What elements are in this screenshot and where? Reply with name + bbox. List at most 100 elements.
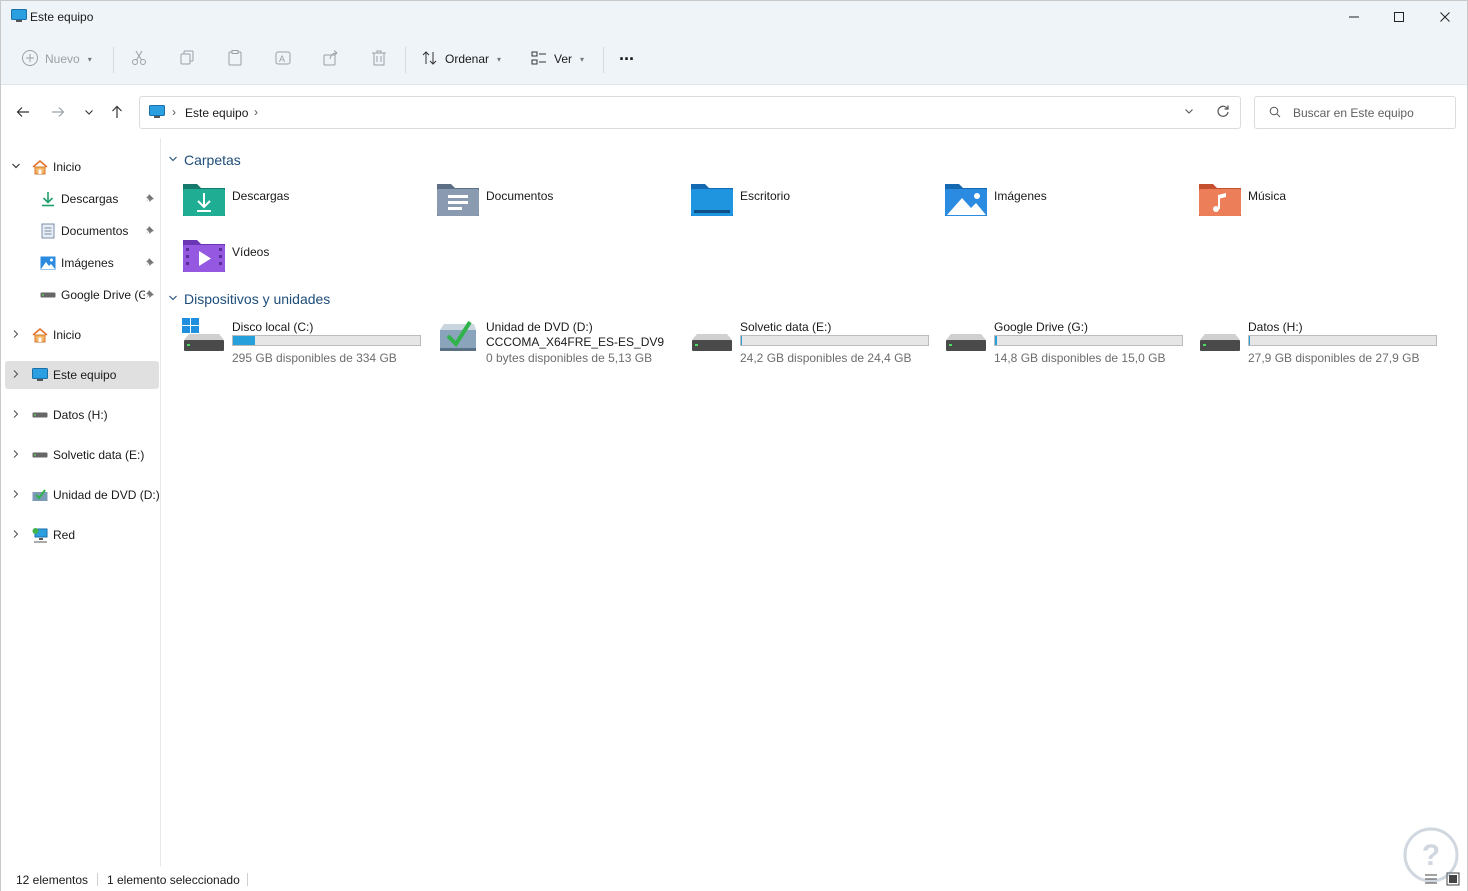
folder-name: Vídeos — [232, 245, 270, 259]
content-pane: Carpetas Descargas Documentos Escritorio — [162, 138, 1467, 866]
chevron-right-icon[interactable] — [11, 329, 21, 342]
title-bar: Este equipo — [1, 1, 1467, 33]
sidebar-item-datos[interactable]: Datos (H:) — [5, 401, 159, 429]
folder-descargas[interactable]: Descargas — [182, 180, 432, 228]
navigation-bar: › Este equipo › — [1, 86, 1467, 138]
dvd-drive-icon — [436, 318, 480, 358]
address-bar[interactable]: › Este equipo › — [139, 96, 1241, 129]
more-icon: ··· — [619, 48, 635, 69]
sidebar-item-este-equipo[interactable]: Este equipo — [5, 361, 159, 389]
chevron-right-icon[interactable] — [11, 529, 21, 542]
view-button[interactable]: Ver ▾ — [530, 39, 584, 79]
drive-free-space: 295 GB disponibles de 334 GB — [232, 351, 397, 365]
cut-button[interactable] — [130, 39, 148, 79]
command-bar: Nuevo ▾ A Ordenar ▾ Ver ▾ ··· — [1, 39, 1467, 79]
pin-icon — [145, 225, 155, 238]
desktop-folder-icon — [690, 180, 734, 218]
sidebar-item-google-drive[interactable]: Google Drive (G — [5, 281, 159, 309]
sidebar-item-red[interactable]: Red — [5, 521, 159, 549]
sidebar-item-label: Datos (H:) — [53, 408, 108, 422]
minimize-button[interactable] — [1331, 1, 1377, 33]
sidebar-item-documentos[interactable]: Documentos — [5, 217, 159, 245]
forward-button[interactable] — [48, 102, 68, 122]
hard-drive-icon — [944, 318, 988, 358]
downloads-folder-icon — [182, 180, 226, 218]
file-explorer-window: Este equipo Nuevo ▾ A Ordenar ▾ Ver ▾ ··… — [0, 0, 1468, 891]
item-count: 12 elementos — [16, 873, 89, 887]
chevron-right-icon[interactable] — [11, 409, 21, 422]
sort-button[interactable]: Ordenar ▾ — [421, 39, 501, 79]
sidebar-item-descargas[interactable]: Descargas — [5, 185, 159, 213]
copy-button[interactable] — [178, 39, 196, 79]
folder-name: Imágenes — [994, 189, 1047, 203]
storage-bar — [994, 335, 1183, 346]
more-options-button[interactable]: ··· — [619, 39, 635, 79]
folder-musica[interactable]: Música — [1198, 180, 1448, 228]
sidebar-item-label: Solvetic data (E:) — [53, 448, 145, 462]
new-label: Nuevo — [45, 52, 80, 66]
refresh-icon[interactable] — [1216, 104, 1230, 121]
chevron-down-icon[interactable] — [11, 161, 21, 174]
sidebar-item-label: Imágenes — [61, 256, 114, 270]
drive-h[interactable]: Datos (H:) 27,9 GB disponibles de 27,9 G… — [1198, 318, 1448, 370]
folder-escritorio[interactable]: Escritorio — [690, 180, 940, 228]
computer-icon — [31, 367, 49, 383]
sidebar-item-imagenes[interactable]: Imágenes — [5, 249, 159, 277]
maximize-button[interactable] — [1376, 1, 1422, 33]
folders-section-header[interactable]: Carpetas — [168, 152, 241, 168]
chevron-right-icon[interactable] — [11, 369, 21, 382]
drive-name: Disco local (C:) — [232, 320, 314, 334]
rename-button[interactable]: A — [274, 39, 292, 79]
music-folder-icon — [1198, 180, 1242, 218]
status-divider — [247, 873, 248, 886]
chevron-down-icon — [168, 293, 178, 305]
navigation-pane: Inicio Descargas Documentos Imágenes Goo… — [1, 138, 161, 866]
toolbar-divider — [113, 47, 114, 73]
up-button[interactable] — [107, 102, 127, 122]
search-input[interactable] — [1293, 105, 1448, 121]
share-button[interactable] — [322, 39, 340, 79]
breadcrumb-separator[interactable]: › — [254, 105, 258, 119]
breadcrumb-separator[interactable]: › — [172, 105, 176, 119]
window-title: Este equipo — [30, 10, 94, 24]
toolbar-divider — [405, 47, 406, 73]
close-button[interactable] — [1422, 1, 1468, 33]
home-icon — [31, 159, 49, 175]
drive-g[interactable]: Google Drive (G:) 14,8 GB disponibles de… — [944, 318, 1194, 370]
drive-e[interactable]: Solvetic data (E:) 24,2 GB disponibles d… — [690, 318, 940, 370]
folder-documentos[interactable]: Documentos — [436, 180, 686, 228]
sort-label: Ordenar — [445, 52, 490, 66]
rename-icon: A — [274, 49, 292, 70]
chevron-right-icon[interactable] — [11, 449, 21, 462]
address-history-button[interactable] — [1184, 105, 1194, 119]
paste-button[interactable] — [226, 39, 244, 79]
drive-free-space: 27,9 GB disponibles de 27,9 GB — [1248, 351, 1420, 365]
delete-button[interactable] — [370, 39, 388, 79]
breadcrumb-este-equipo[interactable]: Este equipo — [185, 106, 248, 120]
windows-drive-icon — [182, 318, 226, 358]
documents-folder-icon — [436, 180, 480, 218]
hard-drive-icon — [1198, 318, 1242, 358]
drive-d-dvd[interactable]: Unidad de DVD (D:) CCCOMA_X64FRE_ES-ES_D… — [436, 318, 686, 370]
top-band: Este equipo Nuevo ▾ A Ordenar ▾ Ver ▾ ··… — [1, 1, 1467, 85]
sidebar-item-inicio[interactable]: Inicio — [5, 153, 159, 181]
sidebar-item-inicio-root[interactable]: Inicio — [5, 321, 159, 349]
sidebar-item-solvetic-data[interactable]: Solvetic data (E:) — [5, 441, 159, 469]
copy-icon — [178, 49, 196, 70]
new-button[interactable]: Nuevo ▾ — [21, 39, 92, 79]
pin-icon — [145, 289, 155, 302]
sidebar-item-dvd[interactable]: Unidad de DVD (D:) — [5, 481, 160, 509]
folder-imagenes[interactable]: Imágenes — [944, 180, 1194, 228]
computer-icon — [11, 9, 27, 23]
recent-locations-button[interactable] — [79, 102, 99, 122]
devices-section-header[interactable]: Dispositivos y unidades — [168, 291, 330, 307]
folder-videos[interactable]: Vídeos — [182, 236, 432, 284]
chevron-right-icon[interactable] — [11, 489, 21, 502]
videos-folder-icon — [182, 236, 226, 274]
sidebar-item-label: Google Drive (G — [61, 288, 145, 302]
search-box[interactable] — [1254, 96, 1456, 129]
section-title: Dispositivos y unidades — [184, 291, 331, 307]
back-button[interactable] — [13, 102, 33, 122]
drive-c[interactable]: Disco local (C:) 295 GB disponibles de 3… — [182, 318, 432, 370]
storage-bar-fill — [1249, 336, 1251, 345]
